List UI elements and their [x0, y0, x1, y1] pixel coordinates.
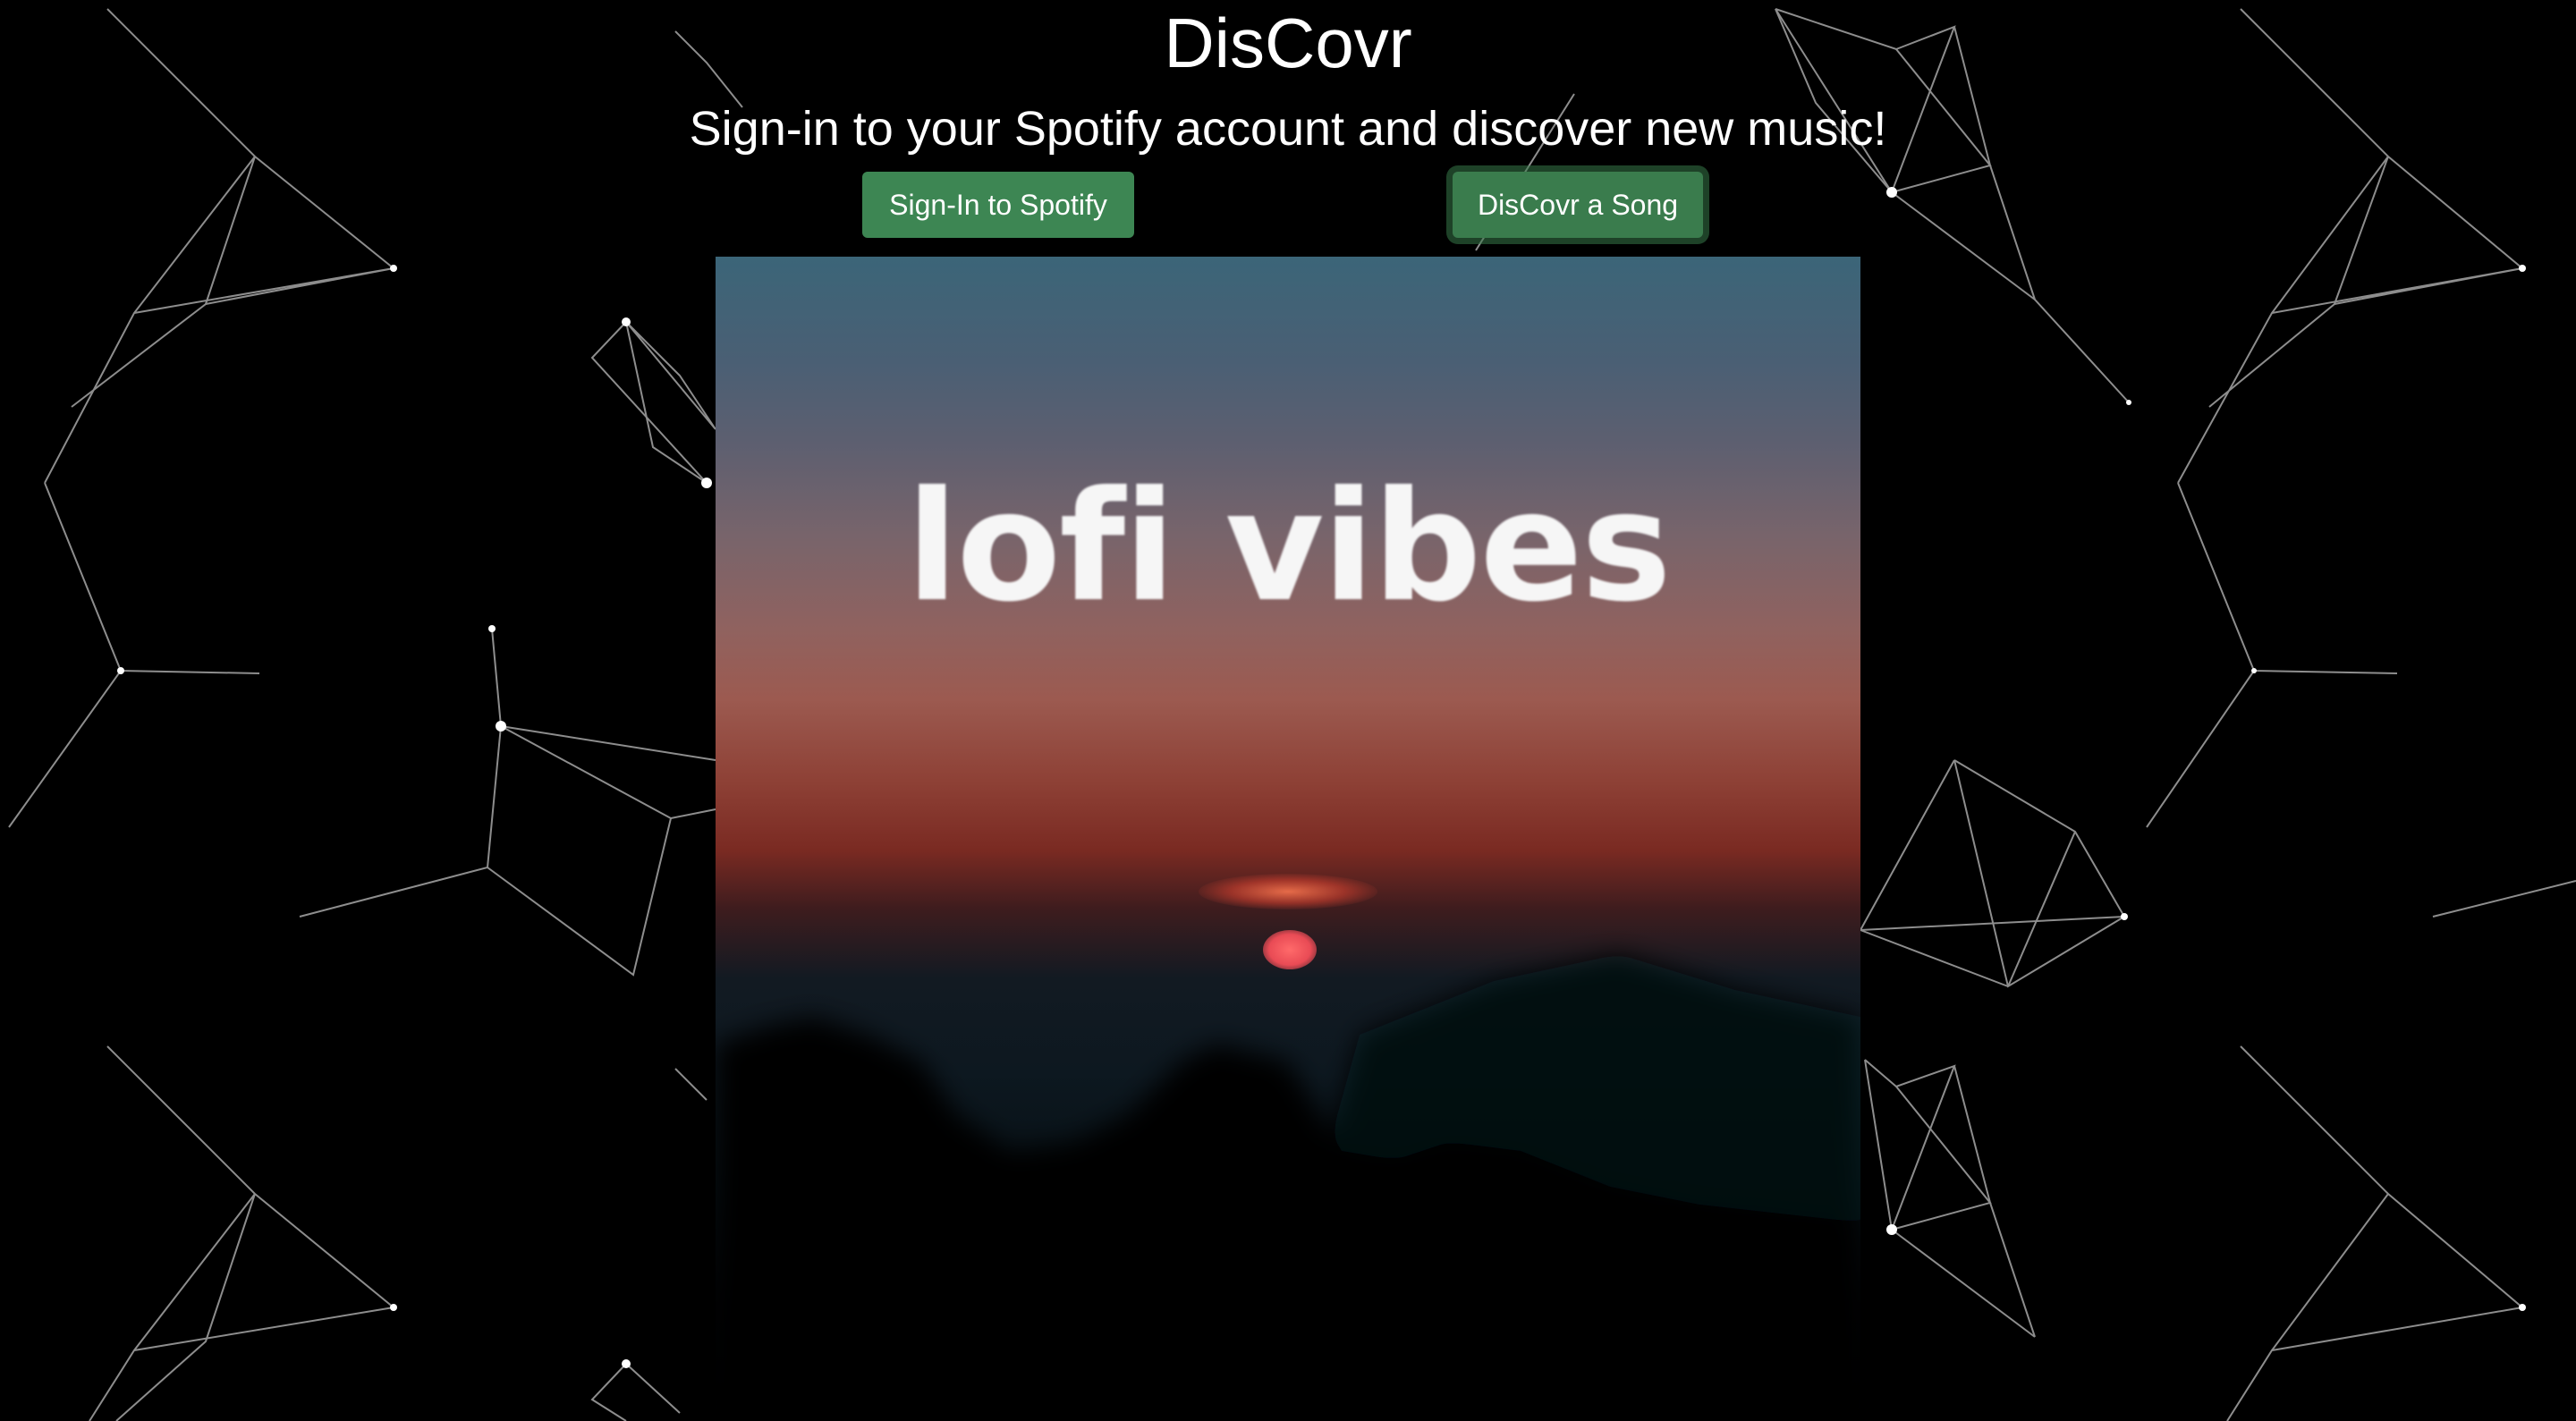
sign-in-to-spotify-button[interactable]: Sign-In to Spotify: [862, 172, 1134, 238]
discovr-a-song-button[interactable]: DisCovr a Song: [1453, 172, 1703, 238]
page-content: DisCovr Sign-in to your Spotify account …: [0, 0, 2576, 1421]
page-tagline: Sign-in to your Spotify account and disc…: [689, 102, 1887, 156]
silhouette-hills: [716, 954, 1860, 1421]
album-cover-title: lofi vibes: [906, 459, 1672, 636]
app-title: DisCovr: [1164, 4, 1412, 82]
album-cover-image: lofi vibes: [716, 257, 1860, 1421]
